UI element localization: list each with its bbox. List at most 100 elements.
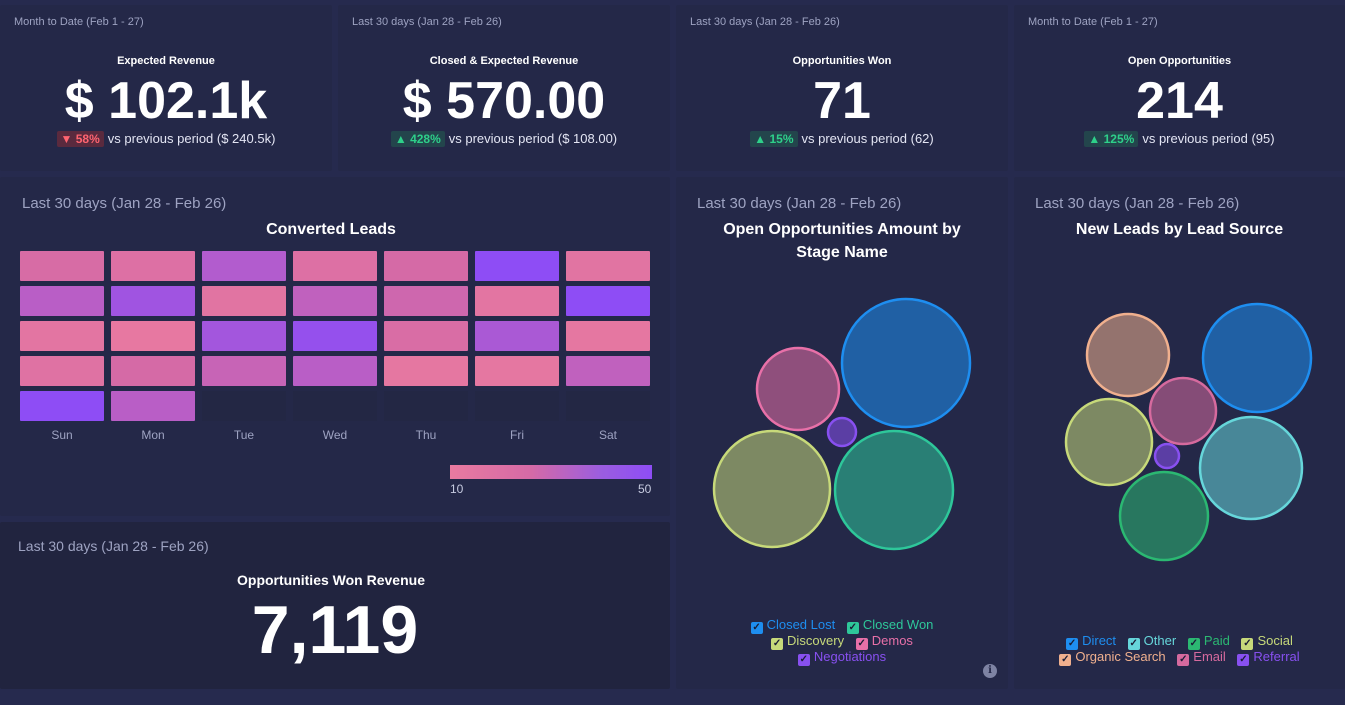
heatmap-cell[interactable] <box>293 356 377 386</box>
day-label: Wed <box>322 428 348 442</box>
day-label: Thu <box>415 428 437 442</box>
legend-item-email[interactable]: ✓ Email <box>1177 649 1226 666</box>
heatmap-cell[interactable] <box>111 251 195 281</box>
legend-label: Direct <box>1082 633 1117 648</box>
change-badge: ▲ 125% <box>1084 131 1139 147</box>
period-label: Last 30 days (Jan 28 - Feb 26) <box>18 538 209 554</box>
heatmap-cell[interactable] <box>384 251 468 281</box>
source-legend-row-1: ✓ Direct ✓ Other ✓ Paid ✓ Social <box>1014 633 1345 650</box>
legend-item-referral[interactable]: ✓ Referral <box>1237 649 1300 666</box>
legend-item-discovery[interactable]: ✓ Discovery <box>771 633 844 650</box>
kpi-panel-expected-revenue: Month to Date (Feb 1 - 27) Expected Reve… <box>0 5 332 171</box>
info-icon[interactable]: i <box>983 664 997 678</box>
heatmap-cell[interactable] <box>20 321 104 351</box>
heatmap-cell[interactable] <box>475 356 559 386</box>
heatmap-cell[interactable] <box>566 286 650 316</box>
heatmap-cell[interactable] <box>384 321 468 351</box>
heatmap-cell[interactable] <box>475 286 559 316</box>
checkbox-check-icon: ✓ <box>797 654 810 666</box>
checkbox-check-icon: ✓ <box>1059 654 1072 666</box>
heatmap-cell[interactable] <box>20 391 104 421</box>
heatmap-cell[interactable] <box>293 286 377 316</box>
legend-label: Negotiations <box>813 649 887 664</box>
heatmap-cell <box>475 391 559 421</box>
heatmap-cell[interactable] <box>20 356 104 386</box>
stage-legend-row-2: ✓ Discovery ✓ Demos <box>676 633 1008 650</box>
heatmap-cell <box>566 391 650 421</box>
comparison-text: vs previous period (95) <box>1142 131 1275 146</box>
heatmap-cell[interactable] <box>202 356 286 386</box>
heatmap-cell[interactable] <box>202 286 286 316</box>
period-label: Last 30 days (Jan 28 - Feb 26) <box>352 16 502 28</box>
legend-min-label: 10 <box>450 482 464 496</box>
heatmap-cell <box>384 391 468 421</box>
heatmap-cell[interactable] <box>111 391 195 421</box>
day-label: Mon <box>141 428 165 442</box>
heatmap-cell[interactable] <box>293 321 377 351</box>
kpi-value: $ 102.1k <box>64 72 268 130</box>
heatmap-cell[interactable] <box>566 251 650 281</box>
heatmap-cell[interactable] <box>20 251 104 281</box>
change-badge: ▲ 428% <box>390 131 445 147</box>
heatmap-cell <box>293 391 377 421</box>
legend-max-label: 50 <box>638 482 652 496</box>
heatmap-cell[interactable] <box>475 251 559 281</box>
kpi-comparison: ▲ 125% vs previous period (95) <box>1014 131 1345 147</box>
period-label: Last 30 days (Jan 28 - Feb 26) <box>22 195 227 212</box>
heatmap-cell[interactable] <box>293 251 377 281</box>
legend-item-closed-won[interactable]: ✓ Closed Won <box>846 617 933 634</box>
period-label: Last 30 days (Jan 28 - Feb 26) <box>1035 195 1240 212</box>
heatmap-cell[interactable] <box>566 356 650 386</box>
period-label: Last 30 days (Jan 28 - Feb 26) <box>690 16 840 28</box>
legend-label: Organic Search <box>1075 649 1166 664</box>
heatmap-cell[interactable] <box>475 321 559 351</box>
legend-item-direct[interactable]: ✓ Direct <box>1066 633 1116 650</box>
heatmap-cell[interactable] <box>20 286 104 316</box>
kpi-comparison: ▲ 15% vs previous period (62) <box>676 131 1008 147</box>
legend-label: Closed Lost <box>766 617 836 632</box>
day-label: Sun <box>51 428 73 442</box>
day-label: Tue <box>233 428 255 442</box>
legend-item-demos[interactable]: ✓ Demos <box>855 633 913 650</box>
chart-title: New Leads by Lead Source <box>1075 221 1284 238</box>
kpi-value: 214 <box>1136 72 1223 130</box>
comparison-text: vs previous period ($ 108.00) <box>448 131 618 146</box>
change-badge: ▲ 15% <box>750 131 798 147</box>
heatmap-cell[interactable] <box>111 321 195 351</box>
kpi-title: Expected Revenue <box>117 55 215 67</box>
legend-item-other[interactable]: ✓ Other <box>1127 633 1176 650</box>
legend-item-organic-search[interactable]: ✓ Organic Search <box>1059 649 1166 666</box>
heatmap-cell[interactable] <box>111 356 195 386</box>
stage-legend-row-1: ✓ Closed Lost ✓ Closed Won <box>676 617 1008 634</box>
kpi-value: 71 <box>813 72 871 130</box>
legend-item-negotiations[interactable]: ✓ Negotiations <box>797 649 887 666</box>
legend-label: Email <box>1193 649 1226 664</box>
heatmap-cell[interactable] <box>566 321 650 351</box>
lead-source-panel: Last 30 days (Jan 28 - Feb 26) New Leads… <box>1014 177 1345 689</box>
heatmap-cell[interactable] <box>202 321 286 351</box>
source-legend-row-2: ✓ Organic Search ✓ Email ✓ Referral <box>1014 649 1345 666</box>
legend-item-closed-lost[interactable]: ✓ Closed Lost <box>750 617 836 634</box>
comparison-text: vs previous period ($ 240.5k) <box>107 131 276 146</box>
kpi-panel-closed-expected-revenue: Last 30 days (Jan 28 - Feb 26) Closed & … <box>338 5 670 171</box>
legend-item-paid[interactable]: ✓ Paid <box>1187 633 1230 650</box>
heatmap-cell[interactable] <box>202 251 286 281</box>
legend-label: Discovery <box>787 633 845 648</box>
day-label: Sat <box>598 428 617 442</box>
heatmap-cell[interactable] <box>111 286 195 316</box>
heatmap-cell[interactable] <box>384 356 468 386</box>
chart-title: Converted Leads <box>266 221 396 238</box>
kpi-title: Open Opportunities <box>1127 55 1232 67</box>
kpi-title: Opportunities Won Revenue <box>237 572 425 588</box>
color-scale-legend <box>450 465 652 479</box>
kpi-value: $ 570.00 <box>402 72 606 130</box>
comparison-text: vs previous period (62) <box>801 131 934 146</box>
checkbox-check-icon: ✓ <box>1177 654 1190 666</box>
period-label: Month to Date (Feb 1 - 27) <box>1028 16 1158 28</box>
kpi-value: 7,119 <box>251 592 419 668</box>
legend-label: Paid <box>1203 633 1230 648</box>
period-label: Month to Date (Feb 1 - 27) <box>14 16 144 28</box>
legend-item-social[interactable]: ✓ Social <box>1241 633 1293 650</box>
kpi-title: Closed & Expected Revenue <box>429 55 579 67</box>
heatmap-cell[interactable] <box>384 286 468 316</box>
